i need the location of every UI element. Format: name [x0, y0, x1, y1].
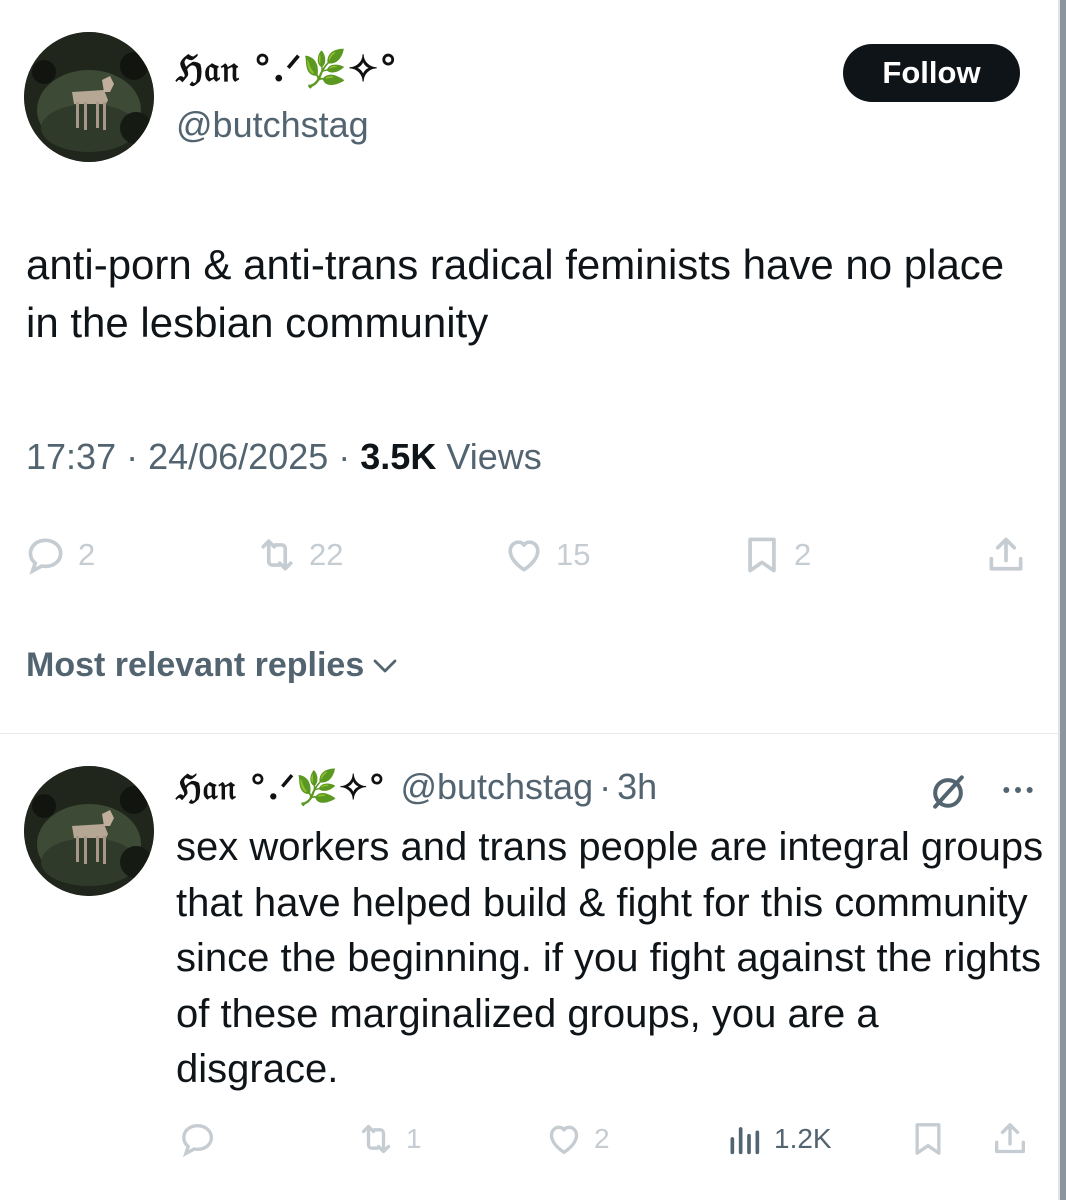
- reply-separator: ·: [599, 766, 612, 807]
- reply-timestamp[interactable]: 3h: [617, 766, 657, 808]
- scrollbar[interactable]: [1058, 0, 1066, 1200]
- repost-count: 22: [309, 537, 344, 572]
- tweet-date[interactable]: 24/06/2025: [148, 436, 328, 477]
- reply-bookmark-button[interactable]: [908, 1116, 948, 1162]
- reply-views-button[interactable]: 1.2K: [724, 1116, 832, 1162]
- bookmark-button[interactable]: 2: [740, 530, 811, 580]
- repost-button[interactable]: 22: [255, 530, 343, 580]
- like-count: 15: [556, 537, 591, 572]
- deer-avatar-image: [24, 32, 154, 162]
- reply-like-button[interactable]: 2: [544, 1116, 610, 1162]
- share-upload-icon: [995, 1123, 1025, 1154]
- deer-avatar-image: [24, 766, 154, 896]
- reply-button[interactable]: 2: [24, 530, 95, 580]
- reply-header: ℌ𝔞𝔫 °.ᐟ🌿✧° @butchstag · 3h: [176, 766, 657, 808]
- bookmark-icon: [748, 537, 776, 573]
- heart-icon: [508, 540, 540, 572]
- meta-separator: ·: [116, 436, 149, 477]
- speech-bubble-icon: [182, 1123, 214, 1157]
- replies-heading: Most relevant replies: [26, 646, 365, 684]
- ellipsis-icon[interactable]: [998, 770, 1038, 810]
- reply-handle[interactable]: @butchstag: [400, 766, 593, 808]
- share-upload-icon: [989, 537, 1023, 571]
- like-button[interactable]: 15: [502, 530, 590, 580]
- reply-avatar[interactable]: [24, 766, 154, 896]
- reply-action-bar: 1 2 1.2K: [0, 1116, 1066, 1162]
- avatar[interactable]: [24, 32, 154, 162]
- views-count[interactable]: 3.5K: [360, 436, 436, 477]
- views-label: Views: [446, 436, 542, 477]
- reply-text: sex workers and trans people are integra…: [176, 825, 1044, 1091]
- reply-reply-button[interactable]: [178, 1116, 218, 1162]
- share-button[interactable]: [984, 530, 1028, 580]
- reply-views-count: 1.2K: [774, 1123, 832, 1154]
- display-name[interactable]: ℌ𝔞𝔫 °.ᐟ🌿✧°: [176, 48, 398, 91]
- speech-bubble-icon: [28, 538, 63, 575]
- repost-arrows-icon: [361, 1124, 391, 1154]
- follow-button[interactable]: Follow: [843, 44, 1020, 102]
- reply-count: 2: [78, 537, 96, 572]
- bookmark-icon: [915, 1123, 941, 1155]
- divider: [0, 733, 1060, 734]
- tweet-action-bar: 2 22 15 2: [0, 530, 1066, 580]
- tweet-time[interactable]: 17:37: [26, 436, 116, 477]
- replies-sort-dropdown[interactable]: Most relevant replies: [26, 646, 400, 685]
- bar-chart-icon: [730, 1127, 760, 1155]
- repost-arrows-icon: [261, 539, 293, 571]
- reply-repost-count: 1: [406, 1123, 422, 1154]
- reply-share-button[interactable]: [990, 1116, 1030, 1162]
- slashed-circle-icon[interactable]: [926, 770, 970, 814]
- reply-repost-button[interactable]: 1: [356, 1116, 422, 1162]
- reply-like-count: 2: [594, 1123, 610, 1154]
- meta-separator: ·: [328, 436, 361, 477]
- reply-display-name[interactable]: ℌ𝔞𝔫 °.ᐟ🌿✧°: [176, 768, 386, 808]
- tweet-text: anti-porn & anti-trans radical feminists…: [26, 241, 1005, 346]
- tweet-meta: 17:37 · 24/06/2025 · 3.5K Views: [26, 436, 542, 478]
- bookmark-count: 2: [794, 537, 812, 572]
- chevron-down-icon: [373, 659, 397, 672]
- user-handle[interactable]: @butchstag: [176, 104, 369, 146]
- heart-icon: [549, 1125, 579, 1154]
